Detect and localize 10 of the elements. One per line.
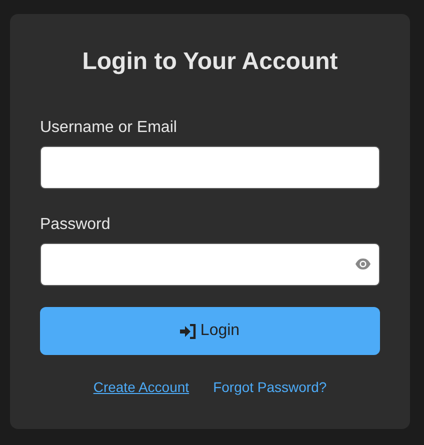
- field-label: Password: [40, 216, 110, 234]
- input-field[interactable]: [40, 243, 380, 286]
- link[interactable]: Create Account: [93, 377, 190, 398]
- eye-icon[interactable]: [355, 257, 371, 271]
- input-field[interactable]: [40, 146, 380, 189]
- form-title: Login to Your Account: [81, 48, 339, 76]
- sign-in-icon: [180, 324, 196, 338]
- login-button[interactable]: Login: [40, 307, 380, 355]
- field-label: Username or Email: [40, 119, 177, 137]
- link[interactable]: Forgot Password?: [213, 377, 327, 398]
